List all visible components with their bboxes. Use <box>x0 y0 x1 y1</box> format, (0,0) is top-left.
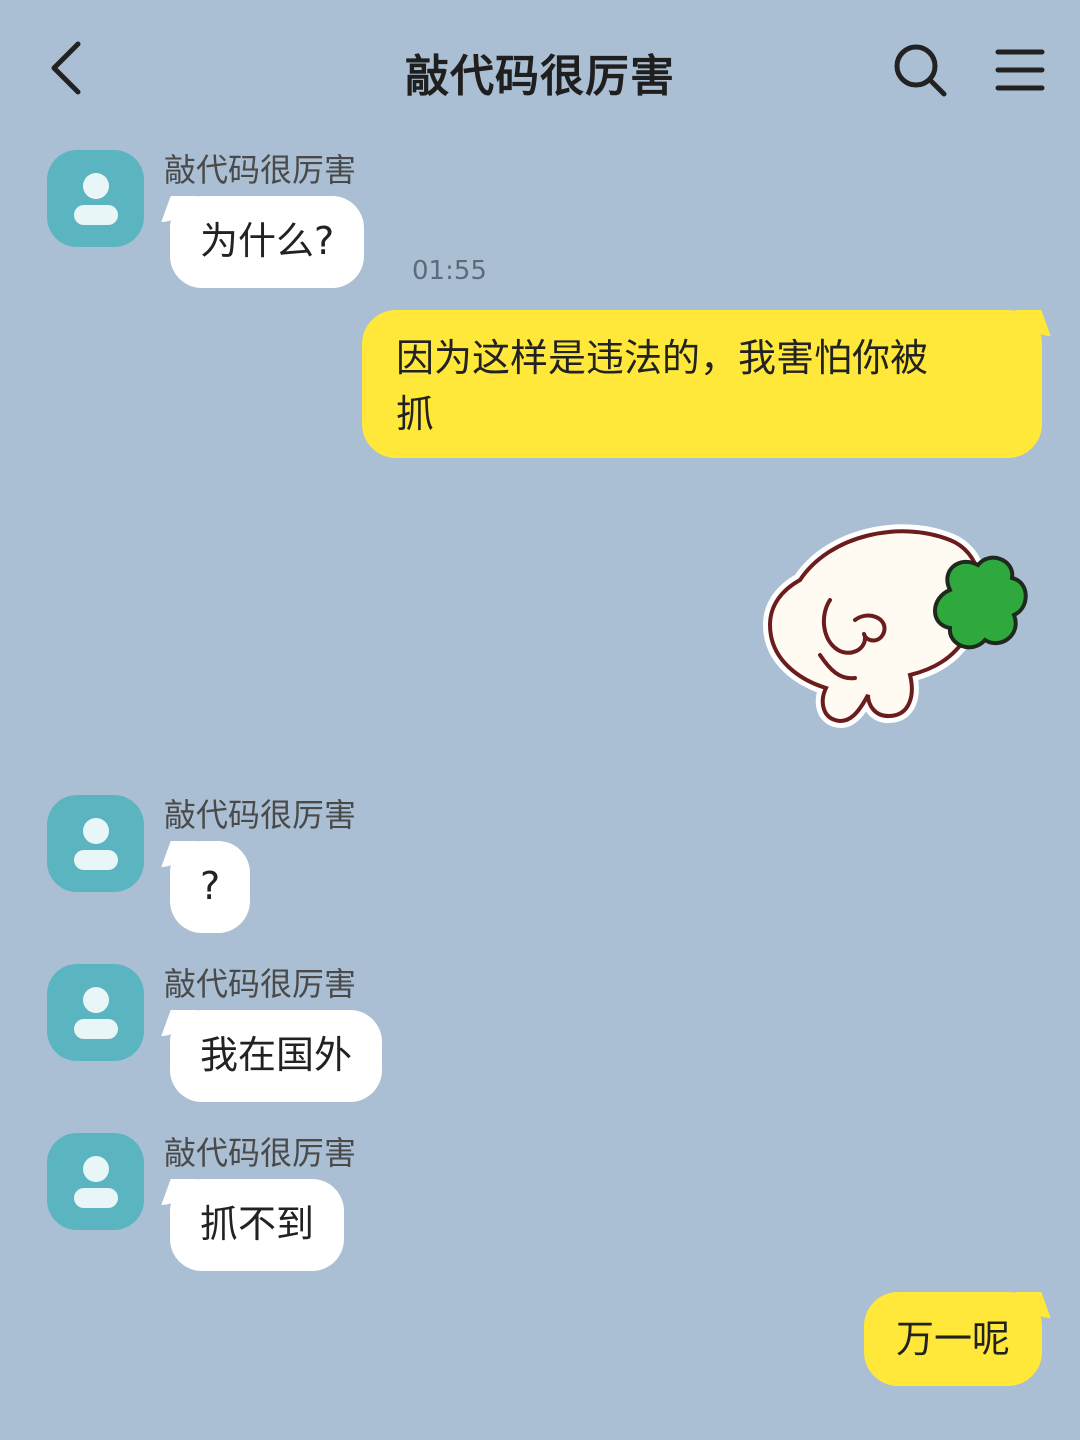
menu-icon <box>995 49 1045 91</box>
avatar[interactable] <box>47 150 144 247</box>
sender-name: 敲代码很厉害 <box>164 1134 357 1172</box>
message-text: 为什么? <box>200 219 335 263</box>
chat-header: 敲代码很厉害 <box>0 0 1080 140</box>
user-icon <box>73 986 118 1039</box>
search-button[interactable] <box>890 40 950 100</box>
message-bubble[interactable]: 为什么? <box>170 196 365 288</box>
message-bubble[interactable]: ? <box>170 841 251 933</box>
message-text-line: 因为这样是违法的，我害怕你被 <box>396 336 929 380</box>
bunny-sticker-icon <box>762 524 1028 728</box>
sender-name: 敲代码很厉害 <box>164 965 357 1003</box>
user-icon <box>73 172 118 225</box>
message-timestamp: 01:55 <box>412 256 487 286</box>
search-icon <box>894 44 947 97</box>
sticker-message[interactable] <box>760 520 1040 740</box>
message-bubble[interactable]: 我在国外 <box>170 1010 383 1102</box>
message-text: 万一呢 <box>895 1317 1010 1361</box>
message-text: 抓不到 <box>200 1202 315 1246</box>
avatar[interactable] <box>47 1133 144 1230</box>
message-bubble[interactable]: 因为这样是违法的，我害怕你被 抓 <box>362 310 1042 458</box>
sender-name: 敲代码很厉害 <box>164 796 357 834</box>
message-text: 我在国外 <box>200 1033 353 1077</box>
user-icon <box>73 817 118 870</box>
message-bubble[interactable]: 万一呢 <box>863 1292 1042 1386</box>
avatar[interactable] <box>47 795 144 892</box>
user-icon <box>73 1155 118 1208</box>
avatar[interactable] <box>47 964 144 1061</box>
message-text: ? <box>200 864 221 908</box>
message-bubble[interactable]: 抓不到 <box>170 1179 345 1271</box>
menu-button[interactable] <box>990 40 1050 100</box>
message-text-line: 抓 <box>396 392 435 436</box>
sender-name: 敲代码很厉害 <box>164 151 357 189</box>
